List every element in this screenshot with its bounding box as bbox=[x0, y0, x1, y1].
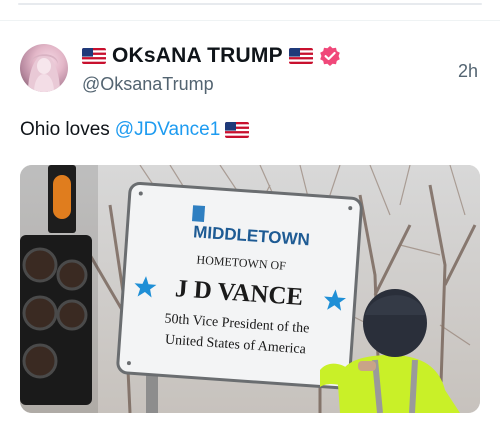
top-divider bbox=[18, 3, 482, 5]
timestamp[interactable]: 2h bbox=[458, 61, 478, 82]
tweet-text: Ohio loves @JDVance1 bbox=[20, 119, 250, 141]
tweet-media-image[interactable]: MIDDLETOWN HOMETOWN OF J D VANCE 50th Vi… bbox=[20, 165, 480, 413]
section-separator bbox=[0, 20, 500, 21]
us-flag-icon bbox=[225, 122, 250, 138]
author-handle[interactable]: @OksanaTrump bbox=[82, 74, 214, 95]
us-flag-icon bbox=[288, 48, 313, 64]
author-name-row[interactable]: OKsANA TRUMP bbox=[82, 43, 341, 69]
mention-link[interactable]: @JDVance1 bbox=[115, 119, 221, 141]
verified-badge-icon bbox=[319, 45, 341, 67]
avatar[interactable] bbox=[20, 44, 68, 92]
us-flag-icon bbox=[82, 48, 106, 64]
display-name[interactable]: OKsANA TRUMP bbox=[112, 44, 283, 68]
tweet-text-body: Ohio loves bbox=[20, 119, 110, 140]
